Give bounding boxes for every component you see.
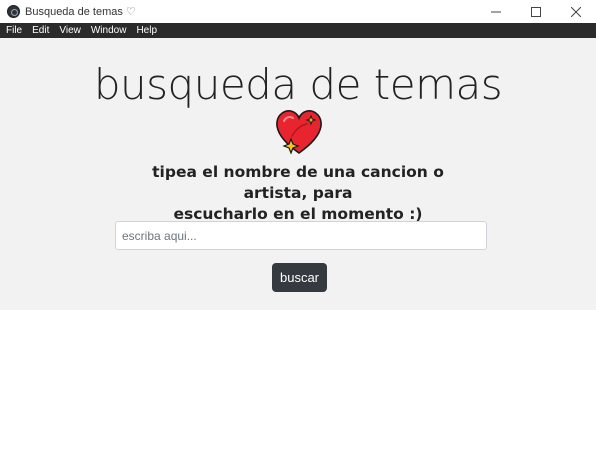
menu-window[interactable]: Window: [91, 23, 127, 38]
window-controls: [476, 0, 596, 23]
search-button[interactable]: buscar: [272, 263, 327, 292]
menu-edit[interactable]: Edit: [32, 23, 49, 38]
heart-outline-icon: ♡: [125, 6, 136, 18]
app-icon: [7, 5, 20, 18]
main-content: busqueda de temas tipea el nombre de una…: [0, 38, 596, 310]
minimize-icon: [491, 11, 501, 12]
title-bar: Busqueda de temas ♡: [0, 0, 596, 23]
instructions-text: tipea el nombre de una cancion o artista…: [120, 162, 476, 225]
search-input[interactable]: [115, 221, 487, 250]
page-title: busqueda de temas: [93, 60, 503, 109]
empty-results-area: [0, 310, 596, 450]
menu-help[interactable]: Help: [136, 23, 157, 38]
maximize-icon: [531, 6, 541, 17]
maximize-button[interactable]: [516, 0, 556, 23]
window-title: Busqueda de temas: [25, 5, 123, 18]
menu-view[interactable]: View: [59, 23, 81, 38]
close-button[interactable]: [556, 0, 596, 23]
menu-bar: File Edit View Window Help: [0, 23, 596, 38]
minimize-button[interactable]: [476, 0, 516, 23]
close-icon: [571, 6, 581, 17]
sparkling-heart-icon: [276, 110, 322, 155]
instructions-line-1: tipea el nombre de una cancion o artista…: [152, 163, 444, 202]
menu-file[interactable]: File: [6, 23, 22, 38]
